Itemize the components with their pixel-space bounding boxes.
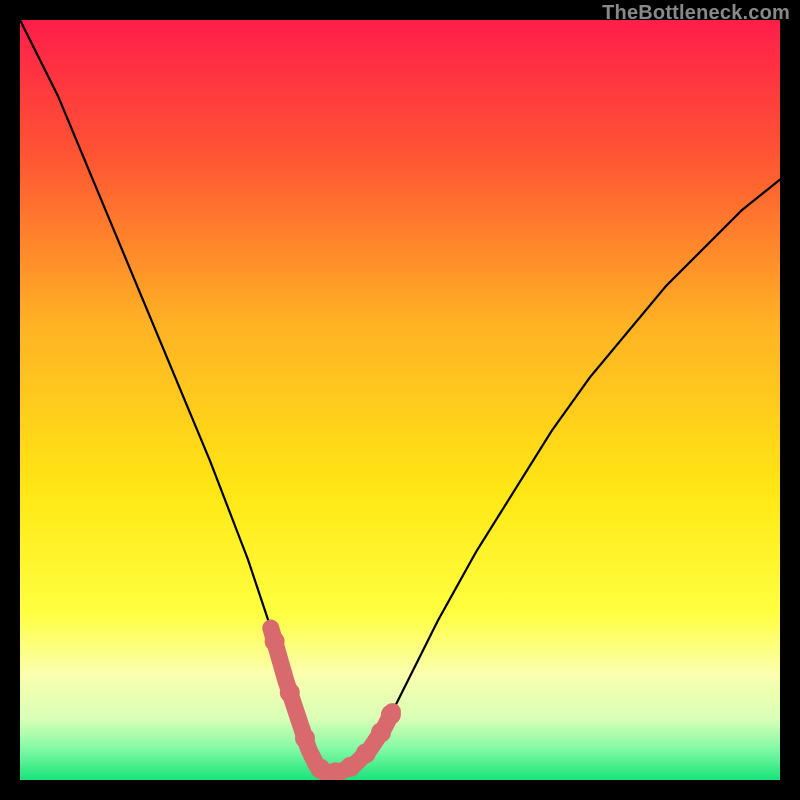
highlight-dot	[265, 631, 285, 651]
highlight-dot	[371, 723, 391, 743]
highlight-dot	[295, 728, 315, 748]
plot-area	[20, 20, 780, 780]
gradient-background	[20, 20, 780, 780]
watermark-text: TheBottleneck.com	[602, 2, 790, 25]
highlight-dot	[341, 757, 361, 777]
chart-svg	[20, 20, 780, 780]
highlight-dot	[280, 683, 300, 703]
highlight-dot	[381, 705, 401, 725]
chart-stage: TheBottleneck.com	[0, 0, 800, 800]
highlight-dot	[356, 743, 376, 763]
